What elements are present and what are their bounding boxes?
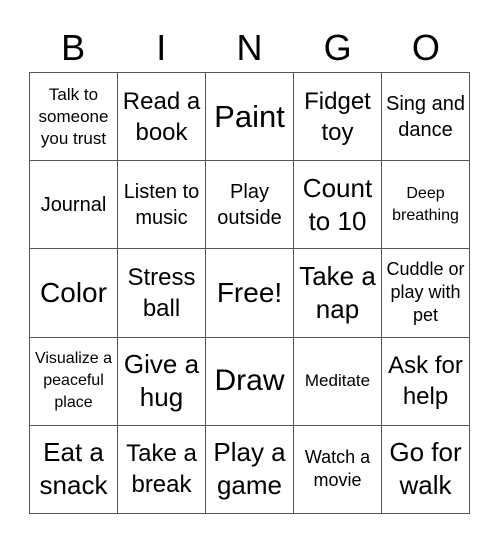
bingo-cell[interactable]: Fidget toy bbox=[294, 73, 382, 162]
cell-label: Journal bbox=[40, 193, 107, 216]
bingo-cell[interactable]: Play outside bbox=[206, 161, 294, 250]
cell-label: Stress ball bbox=[127, 263, 196, 322]
cell-label: Give a hug bbox=[123, 349, 200, 413]
bingo-cell[interactable]: Go for walk bbox=[382, 425, 470, 514]
header-letter-b: B bbox=[61, 27, 86, 68]
bingo-cell[interactable]: Sing and dance bbox=[382, 73, 470, 162]
cell-label: Draw bbox=[214, 364, 285, 398]
cell-label: Color bbox=[40, 277, 107, 309]
cell-label: Deep breathing bbox=[392, 184, 459, 224]
bingo-card-grid: Talk to someone you trust Read a book Pa… bbox=[29, 72, 470, 514]
cell-label: Listen to music bbox=[123, 180, 200, 229]
bingo-cell[interactable]: Color bbox=[30, 249, 118, 338]
header-letter-g: G bbox=[323, 27, 352, 68]
cell-label: Free! bbox=[216, 277, 283, 309]
cell-label: Sing and dance bbox=[386, 92, 465, 141]
bingo-cell[interactable]: Talk to someone you trust bbox=[30, 73, 118, 162]
bingo-cell[interactable]: Draw bbox=[206, 337, 294, 426]
bingo-cell[interactable]: Watch a movie bbox=[294, 425, 382, 514]
bingo-cell[interactable]: Stress ball bbox=[118, 249, 206, 338]
bingo-cell[interactable]: Visualize a peaceful place bbox=[30, 337, 118, 426]
bingo-cell[interactable]: Count to 10 bbox=[294, 161, 382, 250]
bingo-cell[interactable]: Read a book bbox=[118, 73, 206, 162]
cell-label: Paint bbox=[214, 98, 285, 134]
bingo-cell[interactable]: Take a nap bbox=[294, 249, 382, 338]
bingo-cell[interactable]: Eat a snack bbox=[30, 425, 118, 514]
cell-label: Meditate bbox=[304, 371, 371, 391]
cell-label: Eat a snack bbox=[39, 437, 108, 501]
cell-label: Watch a movie bbox=[304, 447, 371, 491]
header-letter-i: I bbox=[156, 27, 167, 68]
cell-label: Go for walk bbox=[389, 437, 462, 501]
cell-label: Take a break bbox=[126, 440, 197, 499]
cell-label: Read a book bbox=[122, 87, 201, 146]
header-letter-n: N bbox=[236, 27, 263, 68]
bingo-cell[interactable]: Take a break bbox=[118, 425, 206, 514]
header-letter-o: O bbox=[411, 27, 440, 68]
bingo-cell[interactable]: Play a game bbox=[206, 425, 294, 514]
bingo-cell[interactable]: Listen to music bbox=[118, 161, 206, 250]
bingo-cell[interactable]: Ask for help bbox=[382, 337, 470, 426]
cell-label: Fidget toy bbox=[304, 87, 371, 146]
bingo-cell[interactable]: Give a hug bbox=[118, 337, 206, 426]
bingo-cell[interactable]: Cuddle or play with pet bbox=[382, 249, 470, 338]
bingo-header: B I N G O bbox=[29, 20, 470, 72]
cell-label: Play a game bbox=[213, 437, 286, 501]
bingo-cell[interactable]: Journal bbox=[30, 161, 118, 250]
cell-label: Talk to someone you trust bbox=[38, 84, 109, 148]
cell-label: Play outside bbox=[217, 180, 282, 229]
cell-label: Visualize a peaceful place bbox=[34, 350, 113, 412]
bingo-cell[interactable]: Meditate bbox=[294, 337, 382, 426]
cell-label: Cuddle or play with pet bbox=[386, 259, 465, 326]
cell-label: Ask for help bbox=[388, 352, 463, 411]
cell-label: Take a nap bbox=[299, 260, 376, 324]
bingo-cell[interactable]: Paint bbox=[206, 73, 294, 162]
bingo-cell[interactable]: Deep breathing bbox=[382, 161, 470, 250]
bingo-cell-free-space[interactable]: Free! bbox=[206, 249, 294, 338]
cell-label: Count to 10 bbox=[302, 172, 373, 236]
